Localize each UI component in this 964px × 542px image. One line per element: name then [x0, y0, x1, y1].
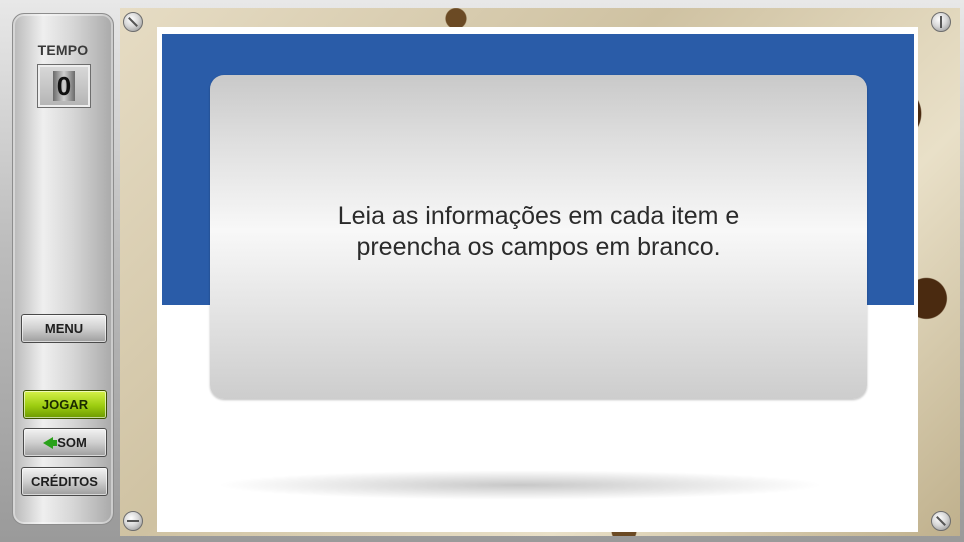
instruction-card: Leia as informações em cada item e preen… [210, 75, 867, 399]
sound-button[interactable]: SOM [23, 428, 107, 457]
speaker-icon [43, 436, 58, 449]
screw-icon [123, 511, 143, 531]
play-button[interactable]: JOGAR [23, 390, 107, 419]
card-shadow [215, 470, 825, 500]
screw-icon [931, 12, 951, 32]
timer-display: 0 [37, 64, 91, 108]
timer-label: TEMPO [37, 42, 89, 58]
credits-button[interactable]: CRÉDITOS [21, 467, 108, 496]
timer-value: 0 [53, 71, 75, 101]
screw-icon [123, 12, 143, 32]
menu-button[interactable]: MENU [21, 314, 107, 343]
sound-label: SOM [57, 435, 87, 450]
screw-icon [931, 511, 951, 531]
instruction-text: Leia as informações em cada item e preen… [337, 201, 740, 261]
